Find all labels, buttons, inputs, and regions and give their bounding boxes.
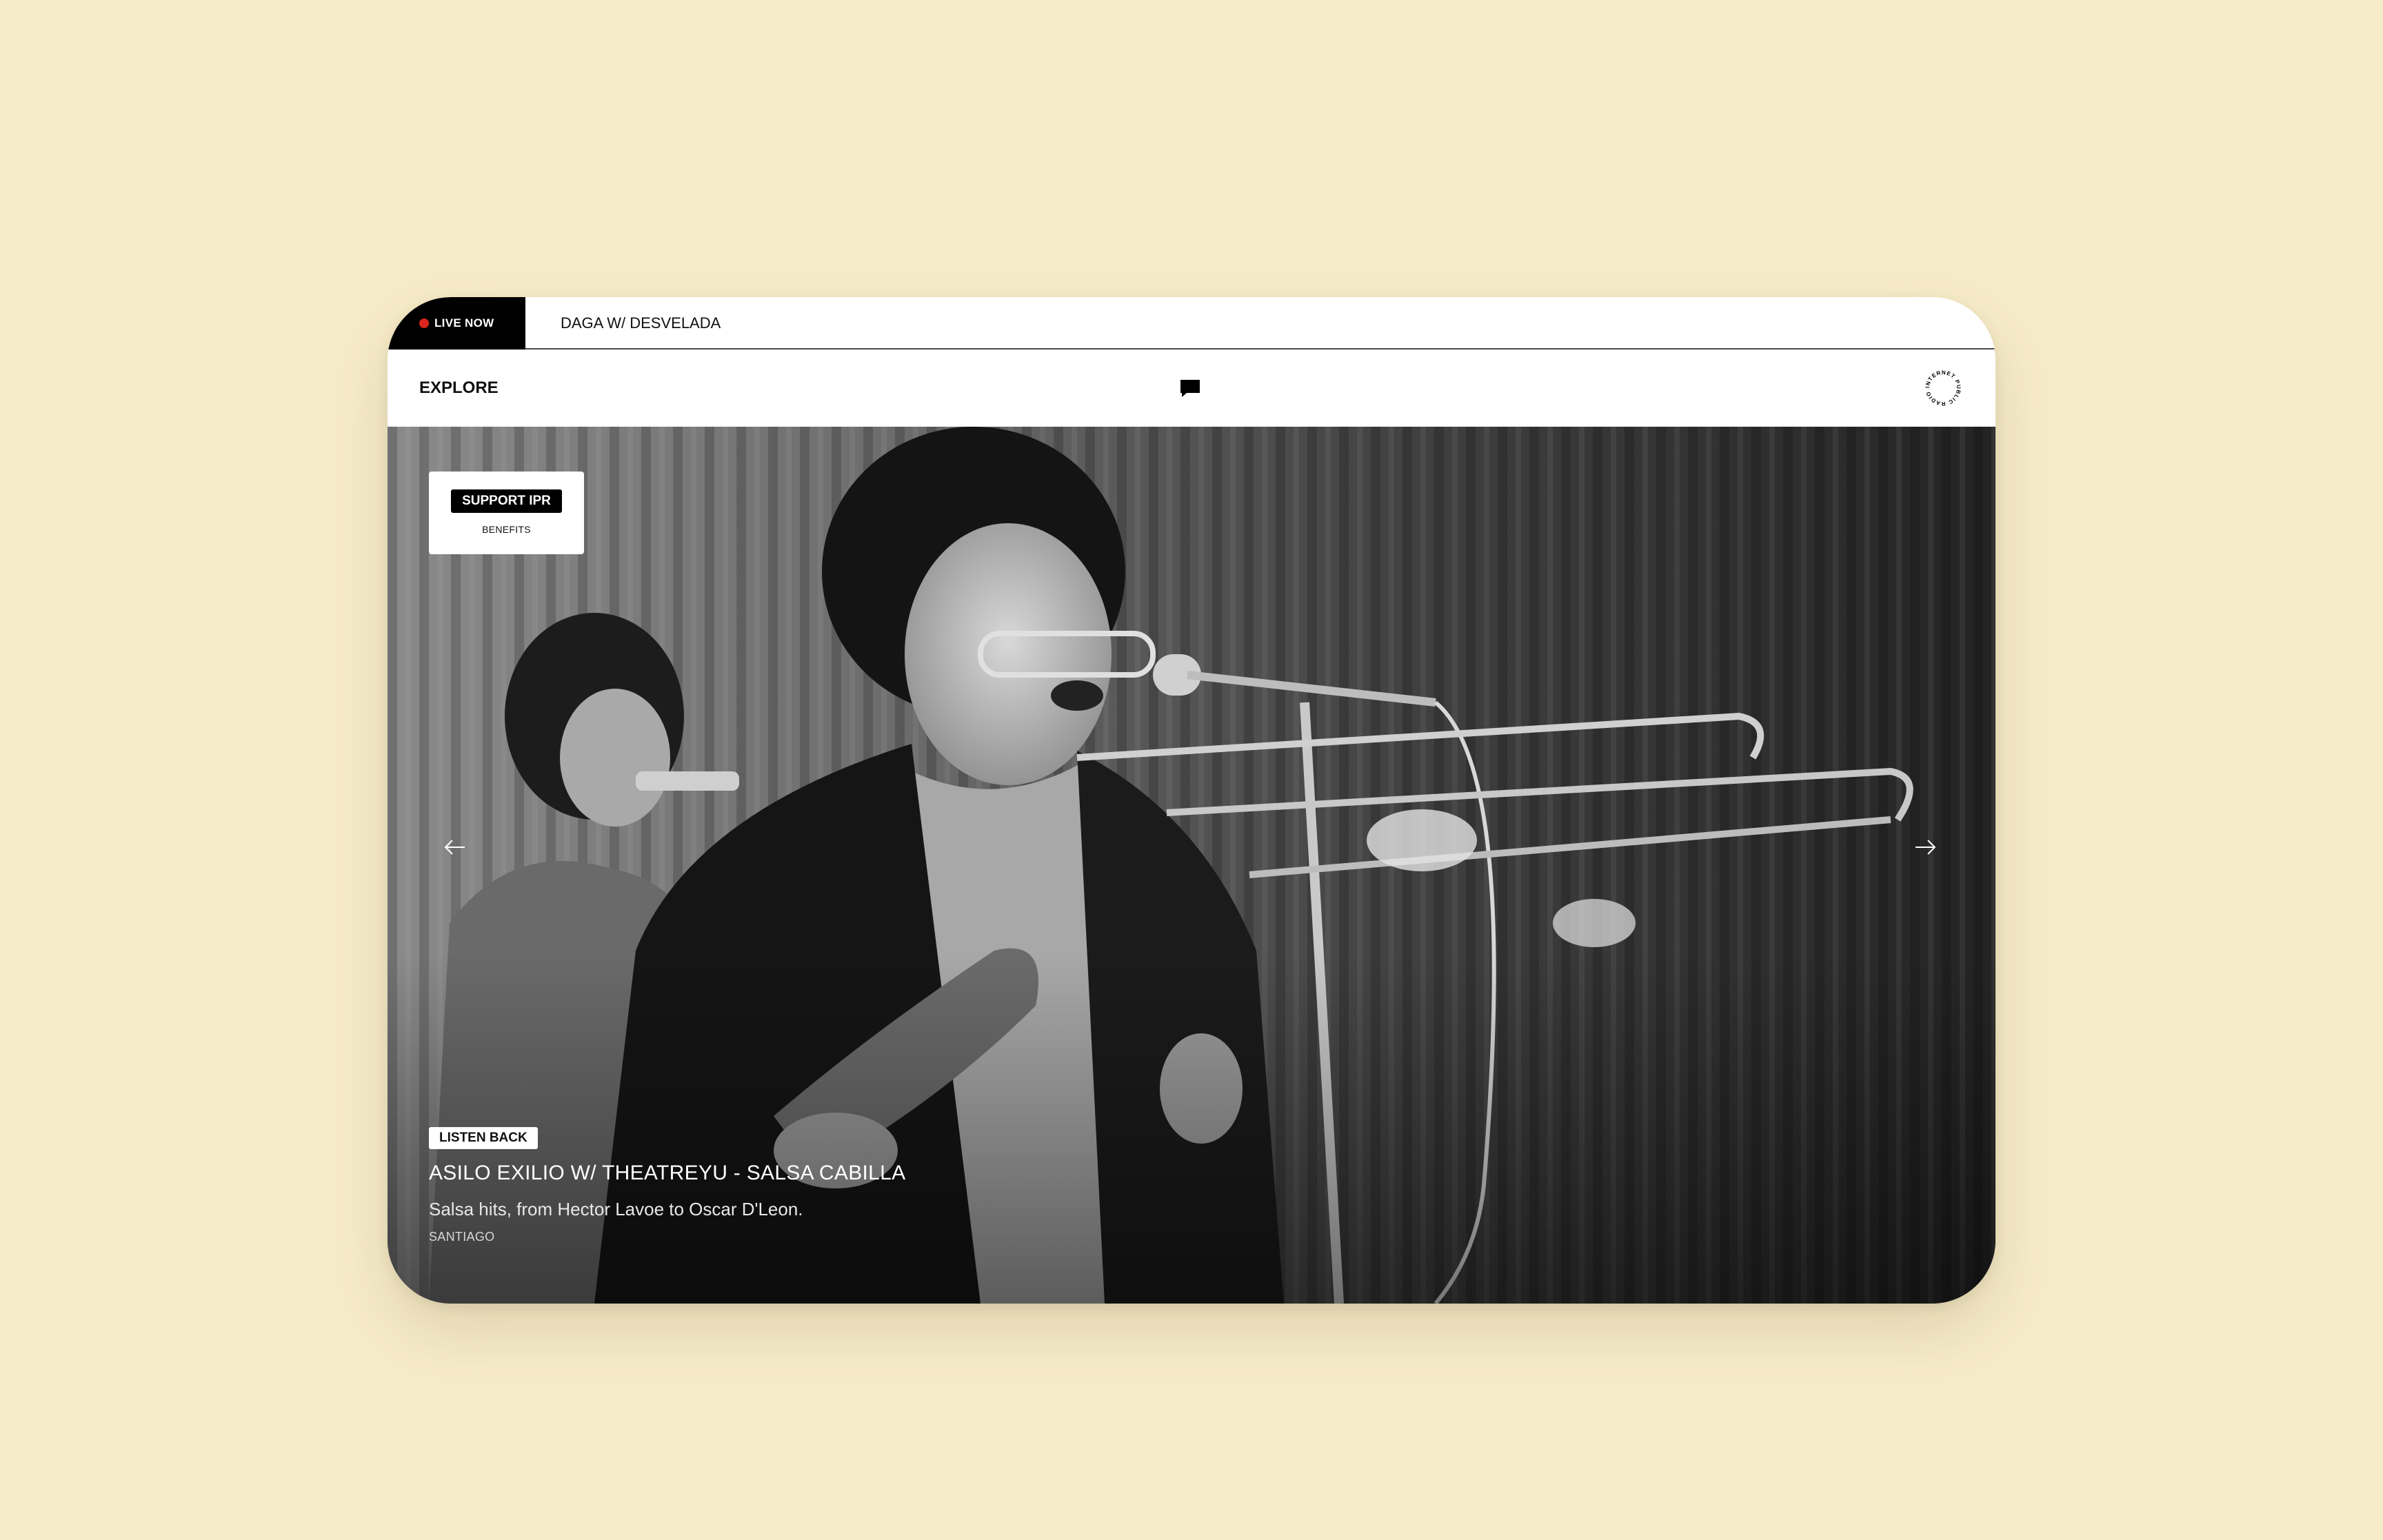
arrow-right-icon[interactable]	[1911, 833, 1939, 861]
arrow-left-icon[interactable]	[441, 833, 469, 861]
app-window: LIVE NOW DAGA W/ DESVELADA EXPLORE INTER…	[388, 297, 1995, 1304]
nav-bar: EXPLORE INTERNET PUBLIC RADIO	[388, 349, 1995, 427]
support-ipr-button[interactable]: SUPPORT IPR	[451, 489, 562, 513]
now-playing-show[interactable]: DAGA W/ DESVELADA	[561, 297, 721, 349]
benefits-link[interactable]: BENEFITS	[429, 524, 584, 535]
chat-bubble-icon[interactable]	[1178, 376, 1203, 401]
support-card: SUPPORT IPR BENEFITS	[429, 472, 584, 554]
hero-slide[interactable]: SUPPORT IPR BENEFITS LISTEN BACK ASILO E…	[388, 427, 1995, 1304]
explore-link[interactable]: EXPLORE	[419, 349, 499, 427]
show-caption: LISTEN BACK ASILO EXILIO W/ THEATREYU - …	[429, 1127, 905, 1244]
station-logo[interactable]: INTERNET PUBLIC RADIO	[1922, 367, 1964, 409]
live-now-button[interactable]: LIVE NOW	[388, 297, 525, 349]
live-bar: LIVE NOW DAGA W/ DESVELADA	[388, 297, 1995, 349]
live-label: LIVE NOW	[434, 316, 494, 330]
live-dot-icon	[419, 318, 429, 328]
show-description: Salsa hits, from Hector Lavoe to Oscar D…	[429, 1199, 803, 1219]
listen-back-tag: LISTEN BACK	[429, 1127, 538, 1149]
svg-text:INTERNET PUBLIC RADIO: INTERNET PUBLIC RADIO	[1924, 369, 1962, 407]
show-host[interactable]: SANTIAGO	[429, 1230, 905, 1244]
show-title[interactable]: ASILO EXILIO W/ THEATREYU - SALSA CABILL…	[429, 1162, 905, 1185]
